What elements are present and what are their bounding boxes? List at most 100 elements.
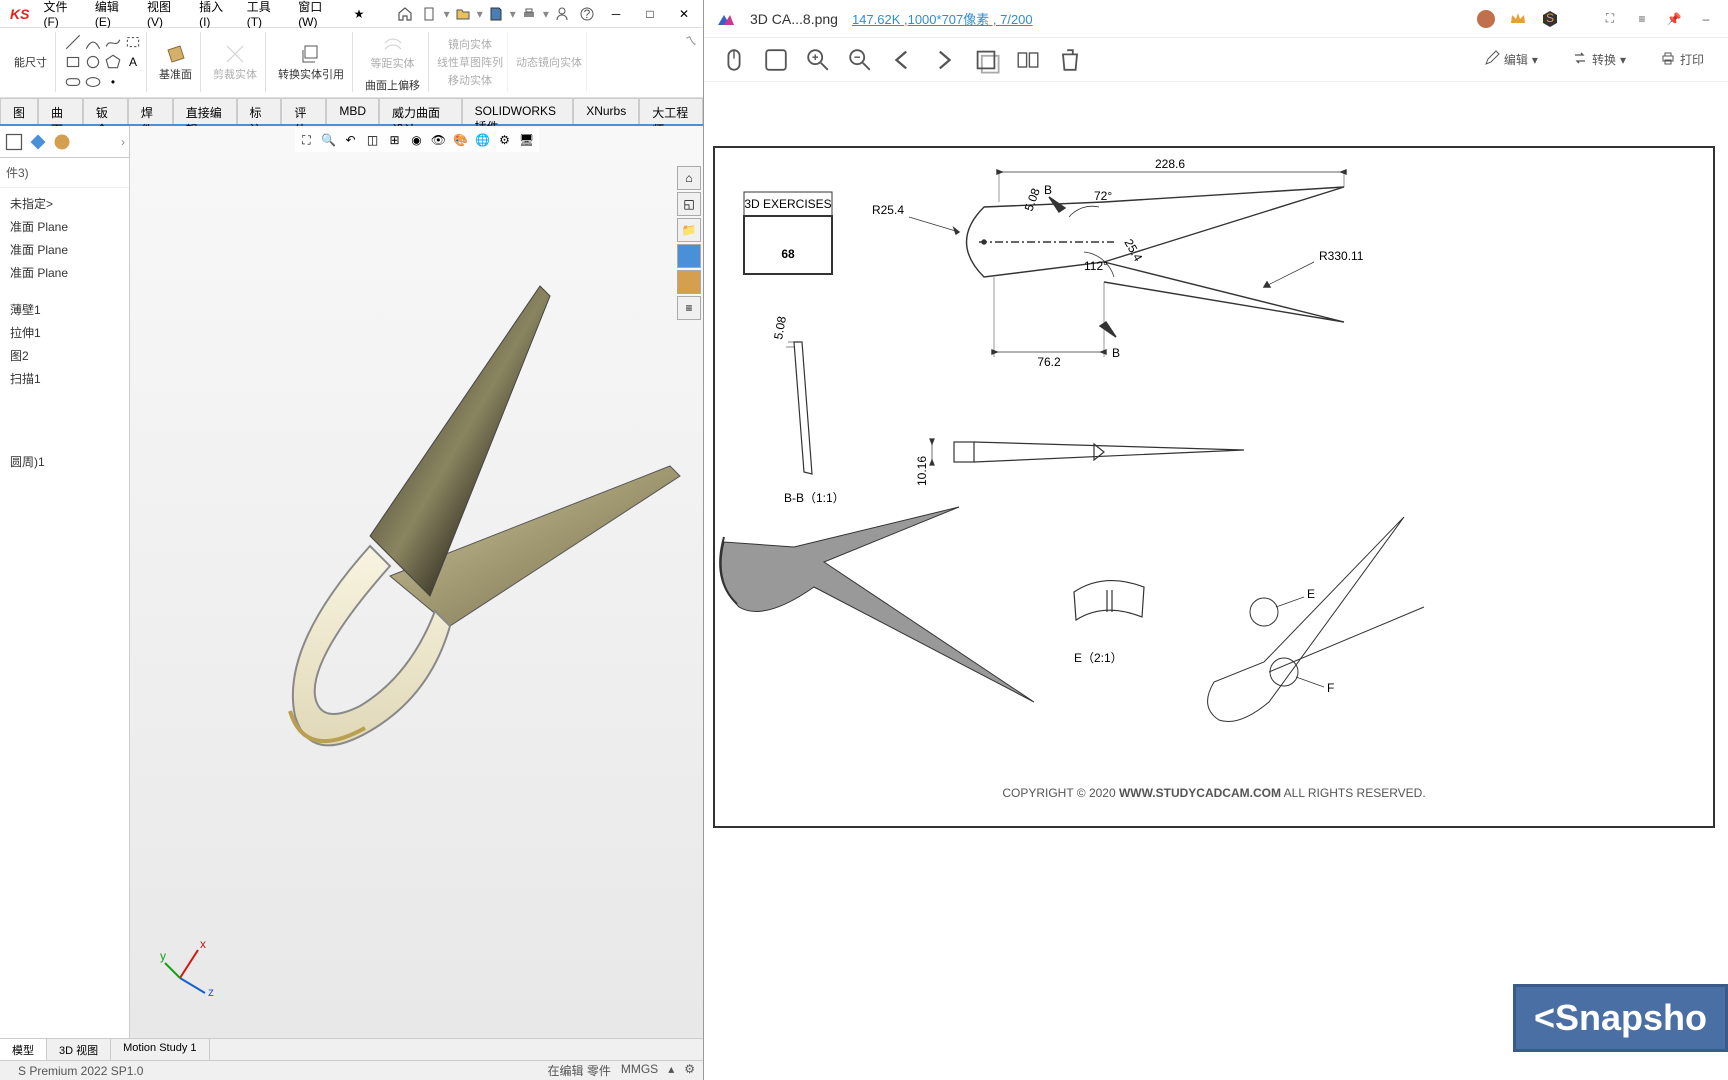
datum-plane-tool[interactable]: 基准面	[155, 40, 196, 84]
tab-directedit[interactable]: 直接编辑	[173, 98, 237, 124]
menu-insert[interactable]: 插入(I)	[193, 0, 239, 31]
status-gear-icon[interactable]: ⚙	[684, 1062, 695, 1079]
pin-icon[interactable]: 📌	[1664, 9, 1684, 29]
tree-item[interactable]: 准面 Plane	[4, 238, 125, 261]
text-icon[interactable]: A	[124, 53, 142, 71]
crown-icon[interactable]	[1508, 9, 1528, 29]
hex-icon[interactable]: S	[1540, 9, 1560, 29]
view-orient-icon[interactable]: ⊞	[385, 130, 405, 150]
zoom-out-icon[interactable]	[846, 46, 874, 74]
mirror-body-tool[interactable]: 镜向实体	[448, 36, 492, 52]
zoom-in-icon[interactable]	[804, 46, 832, 74]
dimension-tool[interactable]: 能尺寸	[10, 52, 51, 72]
spline-icon[interactable]	[104, 33, 122, 51]
menu-icon[interactable]: ≡	[1632, 9, 1652, 29]
configuration-icon[interactable]	[28, 132, 48, 152]
tree-item[interactable]: 准面 Plane	[4, 261, 125, 284]
menu-window[interactable]: 窗口(W)	[292, 0, 345, 31]
tab-surface[interactable]: 曲面	[38, 98, 83, 124]
maximize-button[interactable]: □	[635, 4, 665, 24]
tree-item[interactable]: 图2	[4, 344, 125, 367]
circle-icon[interactable]	[84, 53, 102, 71]
convert-ref-tool[interactable]: 转换实体引用	[274, 40, 348, 84]
tree-item[interactable]: 薄壁1	[4, 298, 125, 321]
hide-show-icon[interactable]: 👁	[429, 130, 449, 150]
linear-pattern-tool[interactable]: 线性草图阵列	[437, 54, 503, 70]
next-icon[interactable]	[930, 46, 958, 74]
tab-3dview[interactable]: 3D 视图	[47, 1039, 111, 1060]
point-icon[interactable]: •	[104, 73, 122, 91]
feature-tree[interactable]: 未指定> 准面 Plane 准面 Plane 准面 Plane 薄壁1 拉伸1 …	[0, 188, 129, 1038]
menu-file[interactable]: 文件(F)	[37, 0, 86, 31]
tab-weldment[interactable]: 焊件	[128, 98, 173, 124]
menu-tools[interactable]: 工具(T)	[241, 0, 290, 31]
feature-tree-icon[interactable]	[4, 132, 24, 152]
tab-annotation[interactable]: 标注	[237, 98, 282, 124]
file-info[interactable]: 147.62K ,1000*707像素 , 7/200	[852, 9, 1033, 28]
minimize-button[interactable]: ─	[601, 4, 631, 24]
save-icon[interactable]	[487, 4, 506, 24]
status-dropdown-icon[interactable]: ▴	[668, 1062, 674, 1079]
scene-icon[interactable]: 🌐	[473, 130, 493, 150]
display-icon[interactable]: 🖥	[517, 130, 537, 150]
equidistant-tool[interactable]: 等距实体	[367, 29, 419, 73]
tab-xnurbs[interactable]: XNurbs	[573, 98, 639, 124]
trim-body-tool[interactable]: 剪裁实体	[209, 40, 261, 84]
edit-button[interactable]: 编辑 ▾	[1476, 46, 1546, 73]
home-icon[interactable]	[396, 4, 415, 24]
appearance-view-icon[interactable]: 🎨	[451, 130, 471, 150]
menu-edit[interactable]: 编辑(E)	[89, 0, 139, 31]
help-icon[interactable]: ?	[578, 4, 597, 24]
view-setting-icon[interactable]: ⚙	[495, 130, 515, 150]
image-canvas[interactable]: 3D EXERCISES 68	[704, 82, 1728, 1080]
close-button[interactable]: ✕	[669, 4, 699, 24]
tab-evaluate[interactable]: 评估	[281, 98, 326, 124]
panel-expand-icon[interactable]: ›	[121, 135, 125, 149]
delete-icon[interactable]	[1056, 46, 1084, 74]
polygon-icon[interactable]	[104, 53, 122, 71]
dynamic-mirror-tool[interactable]: 动态镜向实体	[516, 54, 582, 70]
user-icon[interactable]	[553, 4, 572, 24]
line-icon[interactable]	[64, 33, 82, 51]
open-icon[interactable]	[454, 4, 473, 24]
ribbon-collapse-icon[interactable]: ㄟ	[685, 32, 697, 49]
display-style-icon[interactable]: ◉	[407, 130, 427, 150]
star-icon[interactable]: ★	[349, 4, 368, 24]
avatar-icon[interactable]	[1476, 9, 1496, 29]
tree-item[interactable]: 圆周)1	[4, 450, 125, 473]
zoom-fit-icon[interactable]: ⛶	[297, 130, 317, 150]
rect-icon[interactable]	[124, 33, 142, 51]
arc-icon[interactable]	[84, 33, 102, 51]
tree-item[interactable]: 未指定>	[4, 192, 125, 215]
side-home-icon[interactable]: ⌂	[677, 166, 701, 190]
convert-button[interactable]: 转换 ▾	[1564, 46, 1634, 73]
mouse-icon[interactable]	[720, 46, 748, 74]
rotate-icon[interactable]	[972, 46, 1000, 74]
tab-mbd[interactable]: MBD	[326, 98, 379, 124]
tree-item[interactable]: 准面 Plane	[4, 215, 125, 238]
minimize-icon[interactable]: –	[1696, 9, 1716, 29]
status-units[interactable]: MMGS	[621, 1062, 658, 1079]
appearance-icon[interactable]	[52, 132, 72, 152]
new-icon[interactable]	[421, 4, 440, 24]
flip-icon[interactable]	[1014, 46, 1042, 74]
rectangle-icon[interactable]	[64, 53, 82, 71]
print-icon[interactable]	[520, 4, 539, 24]
print-button[interactable]: 打印	[1652, 46, 1712, 73]
offset-surface-tool[interactable]: 曲面上偏移	[361, 75, 424, 95]
viewport-3d[interactable]: ⛶ 🔍 ↶ ◫ ⊞ ◉ 👁 🎨 🌐 ⚙ 🖥 ⌂ ◱ 📁 ≡	[130, 126, 703, 1038]
tab-sketch[interactable]: 图	[0, 98, 38, 124]
fit-icon[interactable]	[762, 46, 790, 74]
slot-icon[interactable]	[64, 73, 82, 91]
tab-motion[interactable]: Motion Study 1	[111, 1039, 209, 1060]
zoom-area-icon[interactable]: 🔍	[319, 130, 339, 150]
tree-item[interactable]: 扫描1	[4, 367, 125, 390]
fullscreen-icon[interactable]: ⛶	[1600, 9, 1620, 29]
tab-addins[interactable]: SOLIDWORKS 插件	[462, 98, 574, 124]
tab-sheetmetal[interactable]: 钣金	[83, 98, 128, 124]
menu-view[interactable]: 视图(V)	[141, 0, 191, 31]
ellipse-icon[interactable]	[84, 73, 102, 91]
tab-model[interactable]: 模型	[0, 1039, 47, 1060]
prev-view-icon[interactable]: ↶	[341, 130, 361, 150]
prev-icon[interactable]	[888, 46, 916, 74]
